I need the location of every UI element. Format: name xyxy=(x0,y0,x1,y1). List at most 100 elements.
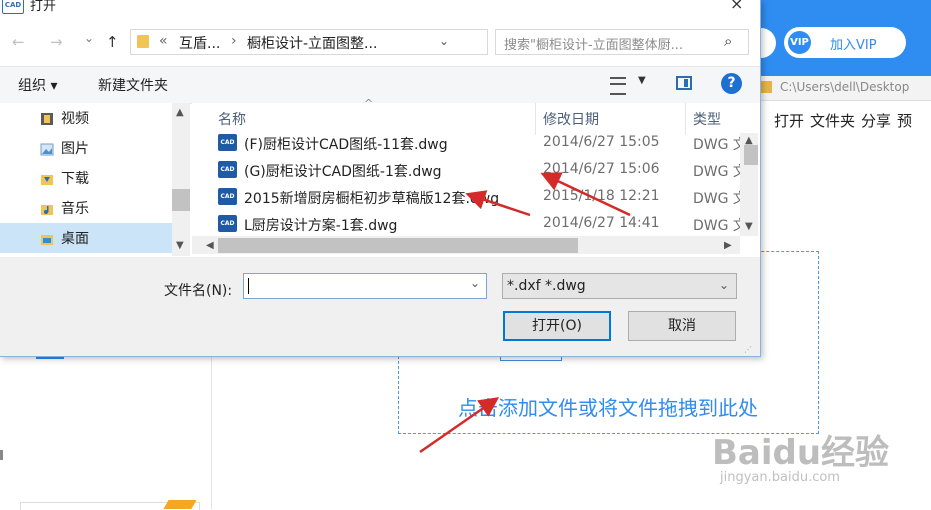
chevron-down-icon[interactable]: ⌄ xyxy=(470,276,480,290)
tree-item-pictures[interactable]: 图片 xyxy=(0,133,172,163)
explorer-address-bar[interactable]: C:\Users\dell\Desktop xyxy=(760,76,931,101)
navigation-row: ← → ⌄ ↑ « 互盾... › 橱柜设计-立面图整... ⌄ ↻ 搜索"橱柜… xyxy=(0,26,760,58)
tree-scrollbar[interactable] xyxy=(172,103,190,256)
address-dropdown-icon[interactable]: ⌄ xyxy=(439,34,449,48)
file-date: 2015/1/18 12:21 xyxy=(543,188,660,204)
scroll-down-icon[interactable]: ▼ xyxy=(745,221,753,232)
breadcrumb-current[interactable]: 橱柜设计-立面图整... xyxy=(247,33,377,53)
forward-arrow-icon[interactable]: → xyxy=(50,33,63,51)
help-icon[interactable]: ? xyxy=(721,73,742,94)
open-button[interactable]: 打开(O) xyxy=(503,311,611,341)
dialog-toolbar: 组织 ▾ 新建文件夹 ▼ ? xyxy=(0,66,760,104)
file-date: 2014/6/27 15:06 xyxy=(543,161,660,177)
view-options-icon[interactable] xyxy=(610,77,626,95)
text-caret xyxy=(248,278,249,294)
new-folder-button[interactable]: 新建文件夹 xyxy=(98,75,168,95)
drop-zone-text: 点击添加文件或将文件拖拽到此处 xyxy=(458,396,758,420)
explorer-address-text: C:\Users\dell\Desktop xyxy=(780,80,910,94)
tree-item-label: 图片 xyxy=(61,141,89,157)
navigation-tree: 视频 图片 下载 音乐 桌面 ▲ ▼ xyxy=(0,103,190,256)
column-header-type[interactable]: 类型 xyxy=(693,109,721,129)
search-icon[interactable]: ⌕ xyxy=(724,32,732,50)
breadcrumb-separator-icon[interactable]: › xyxy=(231,33,237,49)
file-type-filter-value: *.dxf *.dwg xyxy=(507,278,586,294)
dialog-title-bar[interactable]: CAD 打开 × xyxy=(0,0,760,14)
tree-item-label: 音乐 xyxy=(61,201,89,217)
tree-item-label: 视频 xyxy=(61,111,89,127)
tree-scrollbar-thumb[interactable] xyxy=(172,189,190,211)
file-row[interactable]: CAD 2015新增厨房橱柜初步草稿版12套.dwg 2015/1/18 12:… xyxy=(192,184,747,211)
cancel-button[interactable]: 取消 xyxy=(628,311,736,341)
cad-file-icon: CAD xyxy=(218,215,237,232)
pictures-folder-icon xyxy=(40,141,54,156)
horizontal-scrollbar-thumb[interactable] xyxy=(218,238,578,253)
file-name: (G)厨柜设计CAD图纸-1套.dwg xyxy=(244,164,442,180)
explorer-ribbon-menu: 打开 文件夹 分享预 xyxy=(774,110,918,131)
menu-preview[interactable]: 预 xyxy=(897,112,912,130)
folder-icon xyxy=(137,35,149,48)
scroll-down-icon[interactable]: ▼ xyxy=(176,240,184,251)
scroll-right-icon[interactable]: ▶ xyxy=(724,240,732,251)
close-icon[interactable]: × xyxy=(730,0,743,13)
menu-folder[interactable]: 文件夹 xyxy=(810,112,855,130)
baidu-watermark: Baidu经验 xyxy=(712,433,890,473)
filename-label: 文件名(N): xyxy=(164,283,233,299)
open-file-dialog: CAD 打开 × ← → ⌄ ↑ « 互盾... › 橱柜设计-立面图整... … xyxy=(0,0,761,357)
scroll-up-icon[interactable]: ▲ xyxy=(745,135,753,146)
left-panel-accent xyxy=(36,357,64,359)
resize-grip-icon[interactable]: ⋰ xyxy=(744,345,752,354)
left-panel xyxy=(10,357,212,509)
scroll-left-icon[interactable]: ◀ xyxy=(206,240,214,251)
cad-app-icon: CAD xyxy=(2,0,24,14)
file-type: DWG 文 xyxy=(693,164,747,180)
desktop-folder-icon xyxy=(40,231,54,245)
vip-label: 加入VIP xyxy=(830,38,877,53)
join-vip-button[interactable]: VIP 加入VIP xyxy=(784,27,906,58)
view-dropdown-icon[interactable]: ▼ xyxy=(638,75,646,86)
file-row[interactable]: CAD (F)厨柜设计CAD图纸-11套.dwg 2014/6/27 15:05… xyxy=(192,130,747,157)
file-date: 2014/6/27 14:41 xyxy=(543,215,660,231)
file-date: 2014/6/27 15:05 xyxy=(543,134,660,150)
downloads-folder-icon xyxy=(40,171,54,185)
cad-file-icon: CAD xyxy=(218,188,237,205)
menu-open[interactable]: 打开 xyxy=(774,112,804,130)
chevron-down-icon[interactable]: ⌄ xyxy=(719,278,729,292)
tree-item-downloads[interactable]: 下载 xyxy=(0,163,172,193)
scroll-up-icon[interactable]: ▲ xyxy=(176,107,184,118)
video-folder-icon xyxy=(40,111,54,125)
cad-file-icon: CAD xyxy=(218,134,237,151)
file-list: ^ 名称 修改日期 类型 CAD (F)厨柜设计CAD图纸-11套.dwg 20… xyxy=(192,97,760,256)
tree-item-label: 桌面 xyxy=(61,231,89,247)
recent-locations-icon[interactable]: ⌄ xyxy=(84,31,94,45)
address-bar[interactable]: « 互盾... › 橱柜设计-立面图整... ⌄ ↻ xyxy=(130,29,606,55)
preview-pane-icon[interactable] xyxy=(676,76,692,90)
breadcrumb-overflow[interactable]: « xyxy=(159,33,168,49)
file-row[interactable]: CAD (G)厨柜设计CAD图纸-1套.dwg 2014/6/27 15:06 … xyxy=(192,157,747,184)
dialog-title: 打开 xyxy=(30,0,57,14)
file-name: 2015新增厨房橱柜初步草稿版12套.dwg xyxy=(244,191,500,207)
organize-menu[interactable]: 组织 ▾ xyxy=(18,75,57,95)
tree-item-desktop[interactable]: 桌面 xyxy=(0,223,172,253)
tree-item-videos[interactable]: 视频 xyxy=(0,103,172,133)
tree-item-music[interactable]: 音乐 xyxy=(0,193,172,223)
search-placeholder: 搜索"橱柜设计-立面图整体厨... xyxy=(504,38,684,53)
folder-icon xyxy=(760,81,772,93)
cad-file-icon: CAD xyxy=(218,161,237,178)
file-name: L厨房设计方案-1套.dwg xyxy=(244,218,398,234)
sort-ascending-icon: ^ xyxy=(364,97,374,110)
column-header-date[interactable]: 修改日期 xyxy=(543,109,599,129)
up-arrow-icon[interactable]: ↑ xyxy=(106,33,119,51)
vertical-scrollbar-thumb[interactable] xyxy=(744,145,758,165)
column-header-name[interactable]: 名称 xyxy=(218,109,246,129)
filename-input[interactable]: ⌄ xyxy=(243,273,487,299)
breadcrumb-item[interactable]: 互盾... xyxy=(179,33,220,53)
search-input[interactable]: 搜索"橱柜设计-立面图整体厨... ⌕ xyxy=(495,29,749,55)
file-row[interactable]: CAD L厨房设计方案-1套.dwg 2014/6/27 14:41 DWG 文 xyxy=(192,211,747,238)
baidu-watermark-url: jingyan.baidu.com xyxy=(720,470,840,485)
promo-tag xyxy=(163,500,197,509)
menu-share[interactable]: 分享 xyxy=(861,112,891,130)
file-type-filter-select[interactable]: *.dxf *.dwg ⌄ xyxy=(502,273,737,299)
edge-mark xyxy=(0,450,3,460)
file-type: DWG 文 xyxy=(693,218,747,234)
back-arrow-icon[interactable]: ← xyxy=(12,33,25,51)
